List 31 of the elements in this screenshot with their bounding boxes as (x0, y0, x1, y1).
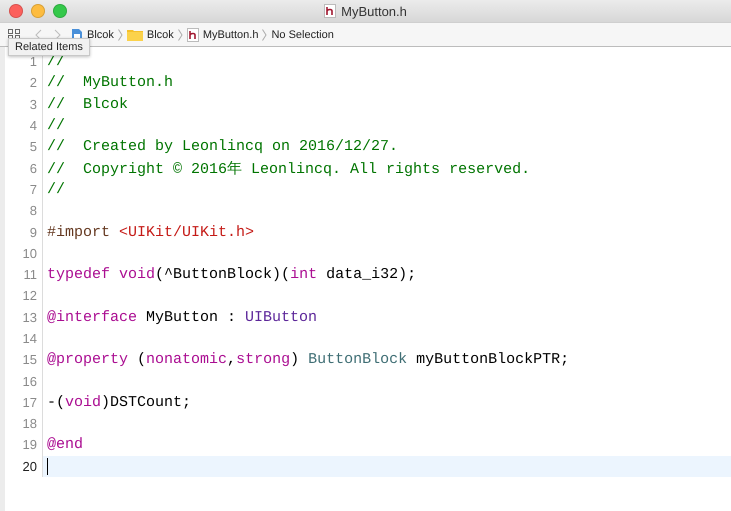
forward-icon[interactable] (54, 28, 61, 40)
code-line: @interface MyButton : UIButton (46, 308, 318, 328)
code-line: @end (46, 435, 84, 456)
breadcrumb-item[interactable]: Blcok (87, 28, 114, 40)
breadcrumb-item[interactable]: No Selection (271, 28, 334, 40)
code-line: // Created by Leonlincq on 2016/12/27. (46, 137, 398, 158)
code-line: // (46, 180, 66, 200)
code-line: // MyButton.h (46, 73, 174, 94)
folder-icon (126, 28, 143, 41)
chevron-icon (262, 28, 268, 40)
code-line: // (46, 116, 66, 136)
breadcrumb-item[interactable]: MyButton.h (202, 28, 258, 40)
header-file-icon (324, 4, 336, 18)
close-button[interactable] (9, 4, 23, 18)
text-cursor (47, 458, 48, 475)
code-line: #import <UIKit/UIKit.h> (46, 222, 254, 243)
window-title: MyButton.h (341, 4, 407, 18)
breadcrumb-item[interactable]: Blcok (146, 28, 174, 40)
code-line: // Copyright © 2016年 Leonlincq. All rights reserved. (46, 160, 530, 179)
code-line: -(void)DSTCount; (46, 392, 192, 413)
tooltip: Related Items (8, 38, 90, 56)
code-line: typedef void(^ButtonBlock)(int data_i32); (46, 265, 416, 286)
line-number: 20 (5, 456, 43, 477)
code-line: @property (nonatomic,strong) ButtonBlock myButtonBlockPTR; (46, 350, 570, 370)
chevron-icon (118, 28, 123, 40)
minimize-button[interactable] (31, 4, 45, 18)
header-file-icon (186, 28, 199, 42)
zoom-button[interactable] (53, 4, 67, 18)
chevron-icon (178, 28, 183, 40)
back-icon[interactable] (35, 28, 42, 40)
code-line: // Blcok (46, 94, 128, 115)
